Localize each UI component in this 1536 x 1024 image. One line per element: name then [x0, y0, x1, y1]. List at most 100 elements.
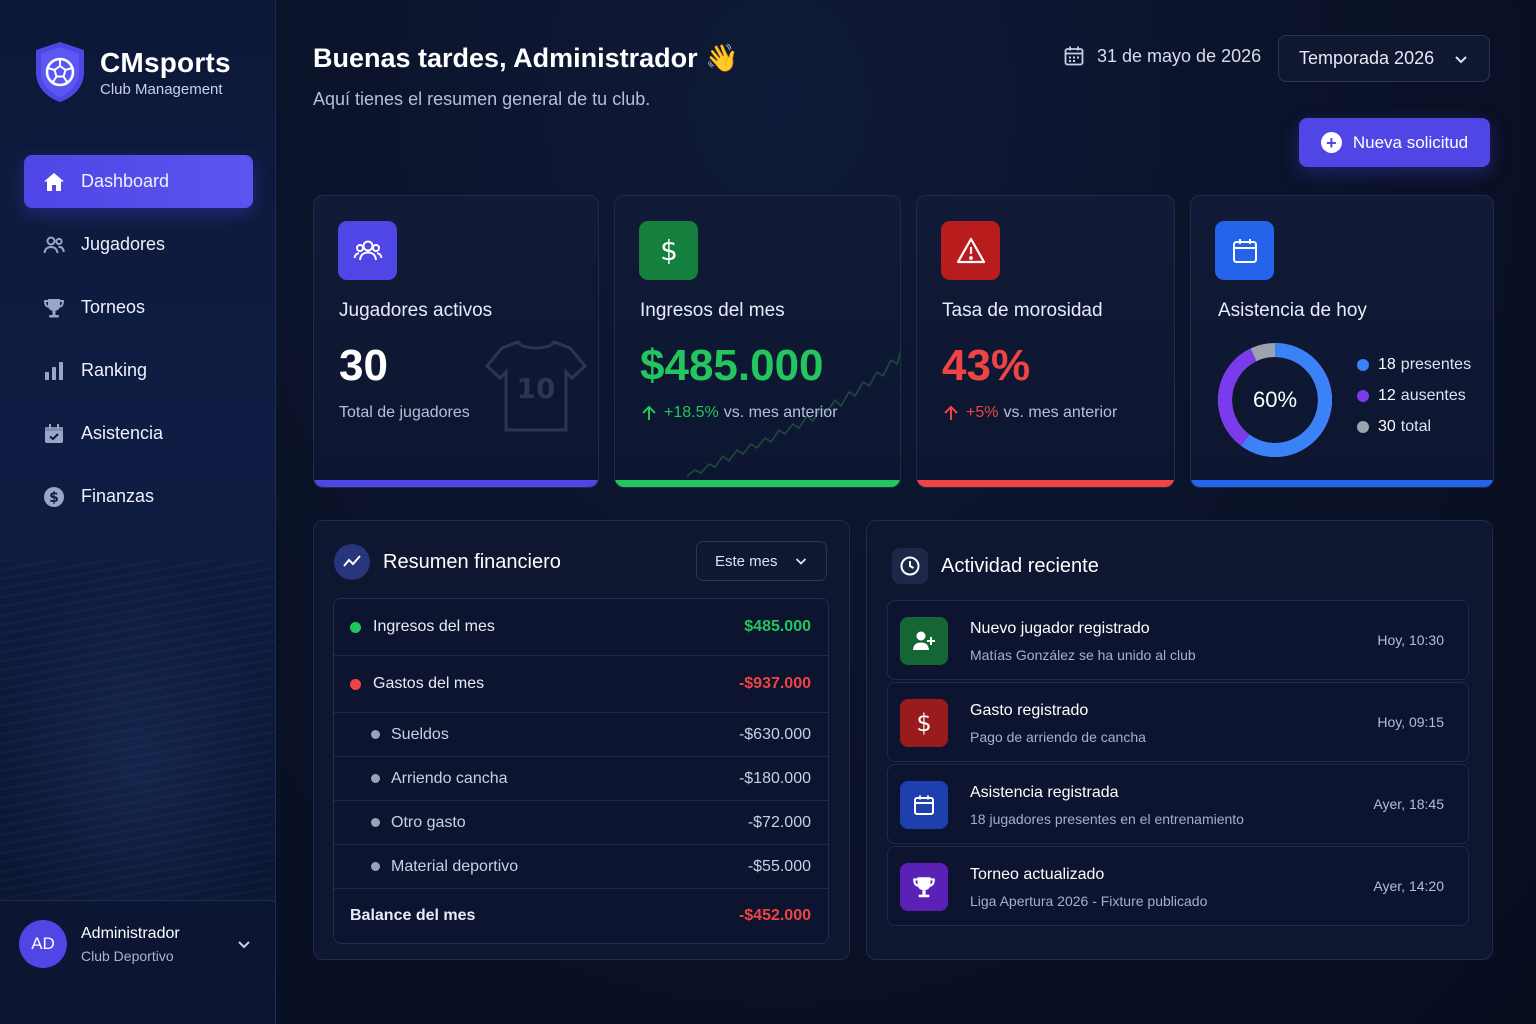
sidebar-item-label: Dashboard	[81, 171, 170, 191]
activity-description: Liga Apertura 2026 - Fixture publicado	[970, 893, 1208, 909]
recent-activity-panel: Actividad reciente Nuevo jugador registr…	[866, 520, 1493, 960]
finance-table: Ingresos del mes $485.000 Gastos del mes…	[333, 598, 829, 944]
page-subtitle: Aquí tienes el resumen general de tu clu…	[313, 89, 651, 109]
row-value: -$55.000	[747, 857, 811, 875]
page-title: Buenas tardes, Administrador 👋	[313, 43, 739, 73]
calendar-check-icon	[41, 421, 67, 447]
period-select-value: Este mes	[715, 552, 778, 570]
list-item[interactable]: Nuevo jugador registrado Matías González…	[887, 600, 1469, 680]
stat-delta: +5%	[966, 404, 999, 421]
panel-title: Resumen financiero	[383, 550, 561, 573]
new-request-button[interactable]: + Nueva solicitud	[1299, 118, 1490, 167]
panel-title: Actividad reciente	[941, 554, 1099, 577]
season-select[interactable]: Temporada 2026	[1278, 35, 1490, 82]
row-label: Otro gasto	[391, 813, 466, 831]
users-icon	[338, 221, 397, 280]
table-row: Sueldos -$630.000	[334, 713, 828, 757]
chevron-down-icon	[795, 558, 807, 565]
status-dot	[350, 678, 361, 690]
row-label: Arriendo cancha	[391, 769, 508, 787]
sidebar-item-torneos[interactable]: Torneos	[24, 281, 253, 334]
brand-tagline: Club Management	[100, 80, 223, 98]
sidebar-item-asistencia[interactable]: Asistencia	[24, 407, 253, 460]
legend-absent: 12 ausentes	[1357, 387, 1471, 405]
sidebar-item-ranking[interactable]: Ranking	[24, 344, 253, 397]
users-icon	[41, 232, 67, 258]
stat-delta-label: vs. mes anterior	[1003, 404, 1118, 421]
trophy-icon	[41, 295, 67, 321]
legend-present: 18 presentes	[1357, 356, 1471, 374]
stat-card-players[interactable]: 10 Jugadores activos 30 Total de jugador…	[313, 195, 599, 488]
warning-icon	[941, 221, 1000, 280]
list-item[interactable]: $ Gasto registrado Pago de arriendo de c…	[887, 682, 1469, 762]
stat-value: 30	[339, 341, 388, 390]
brand-logo[interactable]: CMsports Club Management	[32, 40, 231, 104]
shield-ball-icon	[36, 42, 84, 102]
app-root: CMsports Club Management Dashboard Jugad…	[0, 0, 1536, 1024]
legend-total: 30 total	[1357, 418, 1471, 436]
activity-title: Torneo actualizado	[970, 866, 1105, 883]
row-value: -$72.000	[747, 813, 811, 831]
dollar-icon: $	[900, 699, 948, 747]
table-row: Material deportivo -$55.000	[334, 845, 828, 889]
home-icon	[41, 169, 67, 195]
sidebar-item-finanzas[interactable]: $ Finanzas	[24, 470, 253, 523]
list-item[interactable]: Torneo actualizado Liga Apertura 2026 - …	[887, 846, 1469, 926]
date-text: 31 de mayo de 2026	[1097, 45, 1262, 66]
activity-time: Hoy, 10:30	[1377, 632, 1444, 648]
activity-description: 18 jugadores presentes en el entrenamien…	[970, 811, 1244, 827]
bar-chart-icon	[41, 358, 67, 384]
arrow-up-icon	[944, 405, 958, 420]
stat-value: 43%	[942, 341, 1031, 390]
season-select-value: Temporada 2026	[1299, 48, 1435, 68]
sidebar-divider	[0, 900, 275, 901]
stat-card-income[interactable]: $ Ingresos del mes $485.000 +18.5% vs. m…	[614, 195, 901, 488]
row-value: -$630.000	[738, 725, 811, 743]
stat-delta-label: vs. mes anterior	[723, 404, 838, 421]
row-value: $485.000	[744, 618, 811, 635]
sidebar-item-dashboard[interactable]: Dashboard	[24, 155, 253, 208]
row-label: Sueldos	[391, 725, 449, 743]
user-name: Administrador	[81, 924, 180, 942]
row-value: -$937.000	[738, 675, 811, 692]
stat-title: Jugadores activos	[339, 300, 493, 321]
activity-title: Nuevo jugador registrado	[970, 620, 1150, 637]
calendar-icon	[1064, 46, 1084, 66]
table-row: Ingresos del mes $485.000	[334, 599, 828, 656]
stat-card-delinquency[interactable]: Tasa de morosidad 43% +5% vs. mes anteri…	[916, 195, 1175, 488]
chevron-down-icon[interactable]	[234, 934, 254, 954]
activity-description: Pago de arriendo de cancha	[970, 729, 1146, 745]
plus-icon: +	[1320, 132, 1342, 153]
stat-title: Asistencia de hoy	[1218, 300, 1367, 321]
user-menu[interactable]: AD Administrador Club Deportivo	[19, 920, 254, 968]
clock-icon	[892, 548, 928, 584]
brand-name: CMsports	[100, 46, 231, 78]
sidebar-nav: Dashboard Jugadores Torneos Ranking Asis…	[24, 155, 253, 533]
attendance-donut: 60%	[1218, 343, 1332, 457]
jersey-number: 10	[517, 372, 556, 405]
list-item[interactable]: Asistencia registrada 18 jugadores prese…	[887, 764, 1469, 844]
sidebar-item-label: Asistencia	[81, 423, 164, 443]
card-accent-bar	[1191, 480, 1493, 487]
dollar-icon: $	[639, 221, 698, 280]
activity-time: Ayer, 18:45	[1373, 796, 1444, 812]
finance-summary-panel: Resumen financiero Este mes Ingresos del…	[313, 520, 850, 960]
stat-subtitle: Total de jugadores	[339, 404, 470, 421]
calendar-icon	[900, 781, 948, 829]
stat-title: Ingresos del mes	[640, 300, 785, 321]
activity-time: Ayer, 14:20	[1373, 878, 1444, 894]
activity-title: Gasto registrado	[970, 702, 1089, 719]
row-value: -$452.000	[738, 907, 811, 924]
trophy-icon	[900, 863, 948, 911]
period-select[interactable]: Este mes	[696, 541, 827, 581]
sidebar: CMsports Club Management Dashboard Jugad…	[0, 0, 276, 1024]
sidebar-item-label: Finanzas	[81, 486, 155, 506]
activity-description: Matías González se ha unido al club	[970, 647, 1196, 663]
stat-card-attendance[interactable]: Asistencia de hoy 60% 18 presentes 12 ause…	[1190, 195, 1494, 488]
stat-title: Tasa de morosidad	[942, 300, 1103, 321]
sidebar-item-label: Ranking	[81, 360, 148, 380]
jersey-icon: 10	[484, 340, 588, 432]
activity-list: Nuevo jugador registrado Matías González…	[887, 600, 1469, 928]
current-date: 31 de mayo de 2026	[1063, 45, 1261, 67]
sidebar-item-jugadores[interactable]: Jugadores	[24, 218, 253, 271]
